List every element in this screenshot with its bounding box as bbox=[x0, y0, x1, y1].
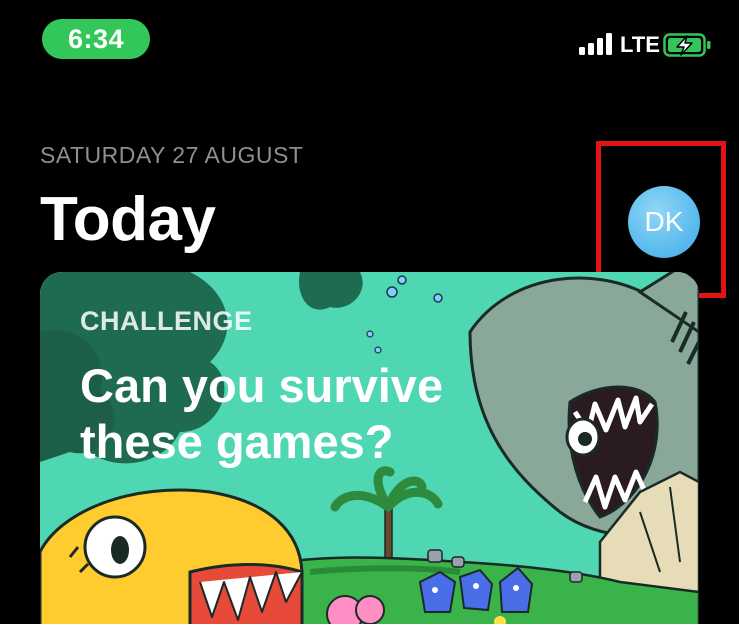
status-time: 6:34 bbox=[42, 19, 150, 59]
date-label: SATURDAY 27 AUGUST bbox=[40, 142, 304, 168]
card-category-label: CHALLENGE bbox=[80, 306, 253, 336]
status-bar: 6:34 LTE bbox=[0, 0, 739, 80]
featured-story-card[interactable]: CHALLENGE Can you survive these games? bbox=[40, 272, 699, 624]
signal-icon bbox=[579, 33, 612, 55]
page-title: Today bbox=[40, 185, 216, 254]
card-headline: Can you survive these games? bbox=[80, 359, 444, 468]
network-type-label: LTE bbox=[620, 32, 660, 57]
battery-charging-icon bbox=[663, 33, 711, 57]
